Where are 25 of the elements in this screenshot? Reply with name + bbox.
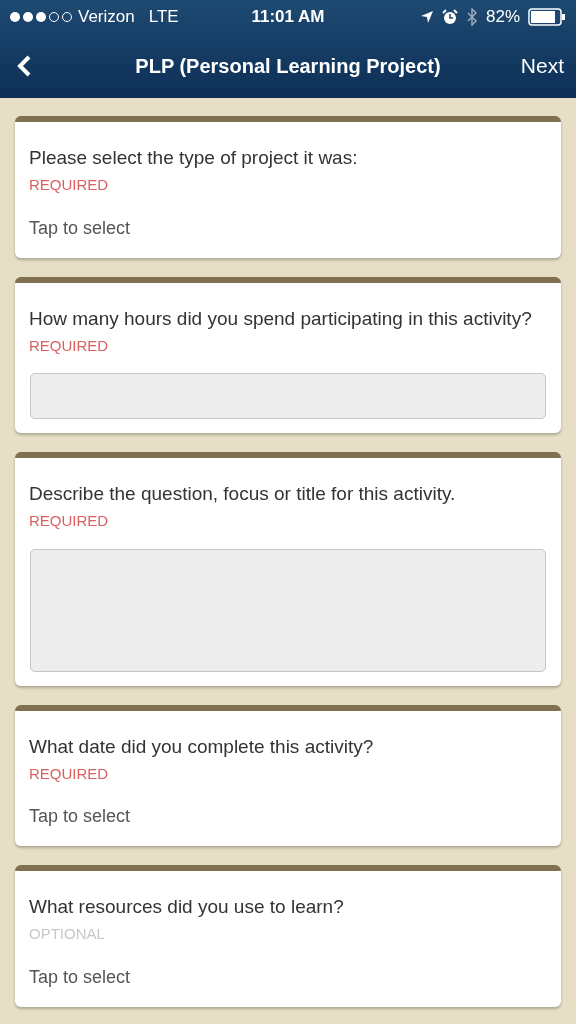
select-field[interactable]: Tap to select [29, 803, 547, 830]
input-field[interactable] [30, 373, 546, 419]
screen-title: PLP (Personal Learning Project) [135, 54, 441, 79]
clock-time: 11:01 AM [251, 6, 325, 29]
required-label: REQUIRED [29, 763, 110, 784]
battery-icon [528, 8, 566, 26]
question-text: What date did you complete this activity? [29, 734, 375, 759]
question-text: How many hours did you spend participating in this activity? [29, 306, 533, 331]
required-label: REQUIRED [29, 175, 110, 195]
question-text: Describe the question, focus or title for this activity. [29, 482, 457, 506]
select-field[interactable]: Tap to select [29, 214, 547, 242]
alarm-icon [441, 9, 458, 25]
required-label: REQUIRED [29, 511, 110, 531]
required-label: REQUIRED [29, 335, 110, 356]
carrier-name: Verizon [78, 6, 135, 29]
text-area[interactable] [30, 548, 546, 672]
next-button[interactable]: Next [520, 50, 564, 82]
back-icon [16, 54, 32, 78]
question-text: Please select the type of project it was: [29, 146, 359, 170]
location-icon [419, 10, 434, 24]
battery-percent: 82% [485, 6, 520, 29]
network-type: LTE [148, 6, 179, 29]
question-text: What resources did you use to learn? [29, 895, 345, 919]
select-field[interactable]: Tap to select [29, 963, 547, 991]
bluetooth-icon [465, 8, 478, 26]
